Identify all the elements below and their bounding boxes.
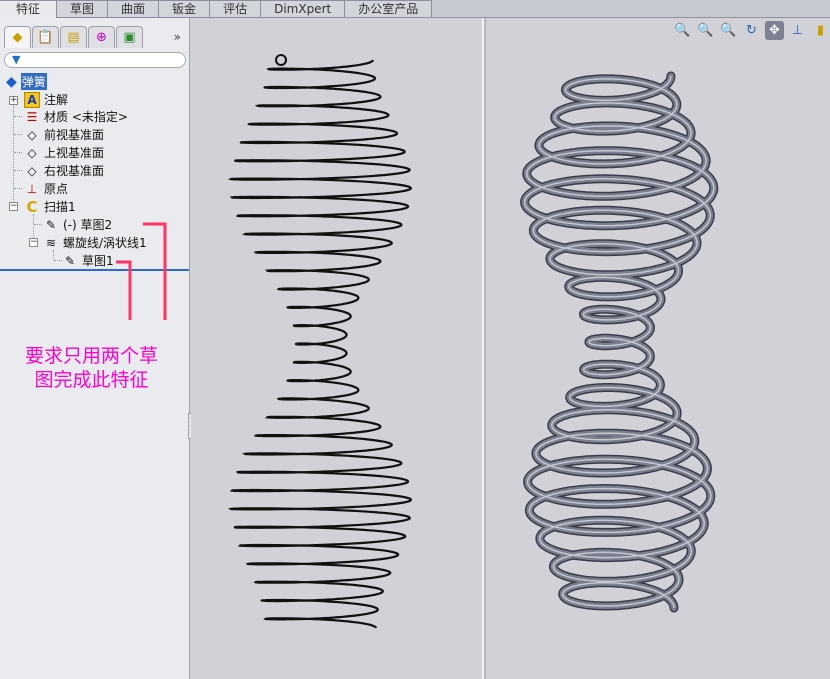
tab-features[interactable]: 特征 [0,0,58,18]
display-manager-tab[interactable]: ▣ [116,26,143,48]
view-orientation-icon[interactable]: ▮ [811,21,830,40]
tab-surfaces[interactable]: 曲面 [108,0,160,17]
tree-item-top-plane[interactable]: ◇ 上视基准面 [24,144,104,161]
command-manager-tabs: 特征 草图 曲面 钣金 评估 DimXpert 办公室产品 [0,0,830,18]
sketch-icon: ✎ [64,253,76,268]
plane-icon: ◇ [27,163,37,178]
rotate-icon[interactable]: ↻ [742,21,761,40]
display-manager-icon: ▣ [123,30,136,45]
helix-icon: ≋ [45,235,57,250]
tree-item-helix1[interactable]: ≋ 螺旋线/涡状线1 [43,234,147,251]
plane-icon: ◇ [27,145,37,160]
feature-manager-panel: ◆ 📋 ▤ ⊕ ▣ » ▼ ◆ 弹簧 + A 注解 ☰ 材质 <未指定> ◇ 前视基准面… [0,18,190,679]
normal-to-icon[interactable]: ⊥ [788,21,807,40]
tree-item-sweep1[interactable]: C 扫描1 [24,197,75,216]
origin-icon: ⊥ [26,181,38,196]
dimxpert-manager-icon: ⊕ [96,30,107,45]
annotation-note: 要求只用两个草 图完成此特征 [24,345,158,391]
collapse-toggle[interactable]: − [29,238,38,247]
property-manager-icon: 📋 [37,30,54,45]
tree-item-sketch1[interactable]: ✎ 草图1 [62,252,114,269]
property-manager-tab[interactable]: 📋 [32,26,59,48]
more-tabs-button[interactable]: » [174,30,181,44]
pan-icon[interactable]: ✥ [765,21,784,40]
sweep-icon: C [26,197,38,216]
helix-sketch-profile [227,59,413,629]
viewport-left[interactable] [191,18,482,679]
tree-item-annotations[interactable]: A 注解 [24,91,68,108]
dimxpert-manager-tab[interactable]: ⊕ [88,26,115,48]
filter-icon: ▼ [12,53,21,66]
annotations-icon: A [24,91,40,108]
tree-item-front-plane[interactable]: ◇ 前视基准面 [24,126,104,143]
zoom-to-area-icon[interactable]: 🔍 [696,21,715,40]
collapse-toggle[interactable]: − [9,202,18,211]
tab-dimxpert[interactable]: DimXpert [261,0,346,17]
tree-item-material[interactable]: ☰ 材质 <未指定> [24,108,128,125]
sketch-icon: ✎ [45,217,57,232]
expand-toggle[interactable]: + [9,96,18,105]
part-icon: ◆ [6,73,17,90]
sketch-spring-view [227,54,413,629]
tab-sketch[interactable]: 草图 [57,0,109,17]
tree-item-sketch2[interactable]: ✎ (-) 草图2 [43,216,112,233]
tree-item-right-plane[interactable]: ◇ 右视基准面 [24,162,104,179]
zoom-to-fit-icon[interactable]: 🔍 [673,21,692,40]
tree-item-origin[interactable]: ⊥ 原点 [24,180,68,197]
spring-3d-view [520,71,719,613]
zoom-in-out-icon[interactable]: 🔍 [719,21,738,40]
rollback-bar[interactable] [0,269,189,271]
plane-icon: ◇ [27,127,37,142]
viewport-right[interactable]: 🔍 🔍 🔍 ↻ ✥ ⊥ ▮ [484,18,830,679]
feature-manager-icon: ◆ [12,30,23,45]
tree-root-part[interactable]: ◆ 弹簧 [6,73,47,90]
tab-evaluate[interactable]: 评估 [210,0,262,17]
tab-office-products[interactable]: 办公室产品 [345,0,433,17]
configuration-manager-icon: ▤ [67,30,80,45]
material-icon: ☰ [26,109,38,124]
view-toolbar: 🔍 🔍 🔍 ↻ ✥ ⊥ ▮ [673,21,830,40]
tab-sheet-metal[interactable]: 钣金 [159,0,211,17]
feature-manager-tab[interactable]: ◆ [4,26,31,48]
configuration-manager-tab[interactable]: ▤ [60,26,87,48]
tree-filter-input[interactable]: ▼ [4,52,186,68]
sweep-profile-circle [275,54,287,66]
